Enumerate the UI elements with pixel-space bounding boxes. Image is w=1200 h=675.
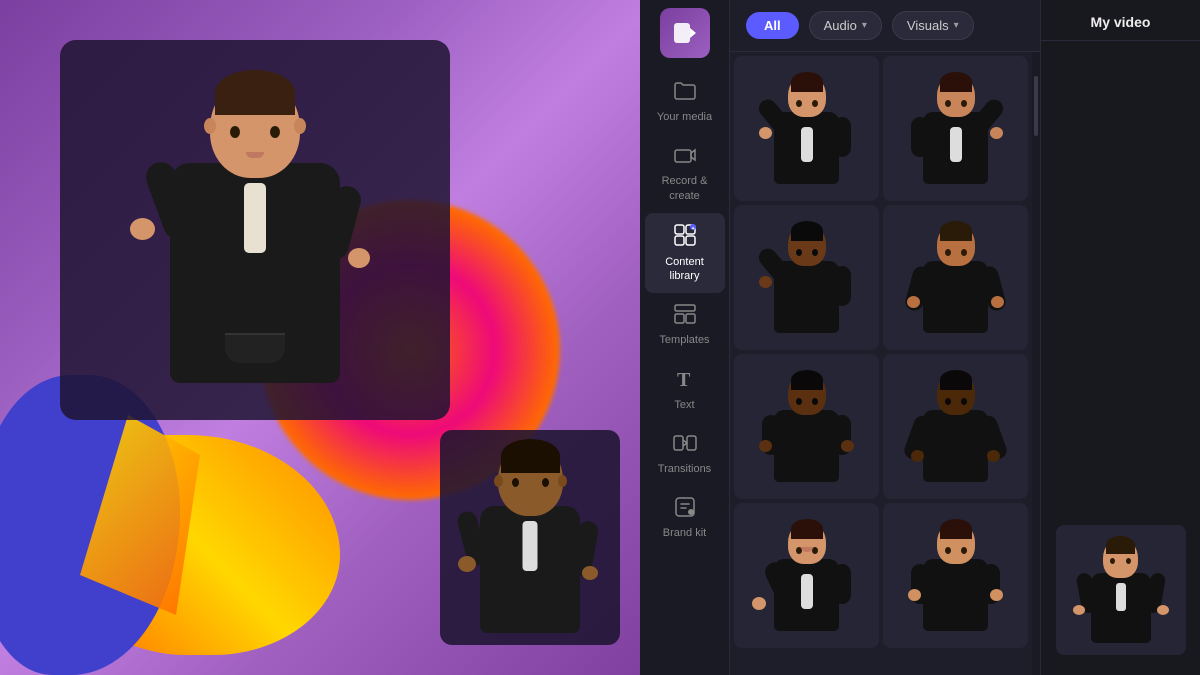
sidebar-label-your-media: Your media: [657, 110, 712, 124]
avatar-figure-6: [921, 372, 991, 482]
sidebar-item-templates[interactable]: Templates: [645, 293, 725, 357]
filter-all-button[interactable]: All: [746, 12, 799, 39]
sidebar-label-brand-kit: Brand kit: [663, 526, 706, 540]
app-logo[interactable]: [660, 8, 710, 58]
small-avatar-card: [440, 430, 620, 645]
avatar-cell-6[interactable]: [883, 354, 1028, 499]
avatar-figure-7: [772, 521, 842, 631]
sidebar-label-record-create: Record &create: [662, 174, 708, 203]
avatar-cell-4[interactable]: [883, 205, 1028, 350]
left-panel: [0, 0, 640, 675]
visuals-chevron-icon: ▾: [954, 20, 959, 31]
content-area: [730, 52, 1040, 675]
main-avatar-card: [60, 40, 450, 420]
my-video-content: ☛: [1041, 41, 1200, 675]
sidebar: Your media Record &create ✦: [640, 0, 730, 675]
filter-audio-button[interactable]: Audio ▾: [809, 11, 882, 40]
sidebar-item-brand-kit[interactable]: Brand kit: [645, 486, 725, 550]
sidebar-item-your-media[interactable]: Your media: [645, 70, 725, 134]
brand-icon: [673, 496, 697, 522]
video-thumbnail[interactable]: ☛: [1056, 525, 1186, 655]
grid-sparkle-icon: ✦: [673, 223, 697, 251]
sidebar-item-transitions[interactable]: Transitions: [645, 422, 725, 486]
avatar-cell-8[interactable]: [883, 503, 1028, 648]
svg-text:✦: ✦: [691, 226, 695, 232]
my-video-header: My video: [1041, 0, 1200, 41]
sidebar-item-content-library[interactable]: ✦ Contentlibrary: [645, 213, 725, 294]
sidebar-label-transitions: Transitions: [658, 462, 711, 476]
logo-icon: [671, 19, 699, 47]
audio-label: Audio: [824, 18, 857, 33]
avatar-grid[interactable]: [730, 52, 1032, 675]
avatar-figure-3: [772, 223, 842, 333]
main-content: All Audio ▾ Visuals ▾: [730, 0, 1040, 675]
avatar-cell-7[interactable]: [734, 503, 879, 648]
avatar-cell-3[interactable]: [734, 205, 879, 350]
sidebar-label-content-library: Contentlibrary: [665, 255, 704, 284]
template-icon: [673, 303, 697, 329]
text-icon: T: [673, 368, 697, 394]
avatar-cell-1[interactable]: [734, 56, 879, 201]
sidebar-item-text[interactable]: T Text: [645, 358, 725, 422]
audio-chevron-icon: ▾: [862, 20, 867, 31]
filter-visuals-button[interactable]: Visuals ▾: [892, 11, 974, 40]
sidebar-label-templates: Templates: [659, 333, 709, 347]
folder-icon: [673, 80, 697, 106]
avatar-figure-2: [921, 74, 991, 184]
avatar-cell-2[interactable]: [883, 56, 1028, 201]
my-video-sidebar: My video: [1040, 0, 1200, 675]
sidebar-item-record-create[interactable]: Record &create: [645, 134, 725, 213]
toolbar: All Audio ▾ Visuals ▾: [730, 0, 1040, 52]
scrollbar[interactable]: [1032, 52, 1040, 675]
avatar-figure-8: [921, 521, 991, 631]
scrollbar-thumb[interactable]: [1034, 76, 1038, 136]
camera-icon: [673, 144, 697, 170]
avatar-figure-1: [772, 74, 842, 184]
transitions-icon: [673, 432, 697, 458]
svg-text:T: T: [677, 369, 691, 390]
visuals-label: Visuals: [907, 18, 949, 33]
avatar-figure-4: [921, 223, 991, 333]
avatar-cell-5[interactable]: [734, 354, 879, 499]
right-panel: Your media Record &create ✦: [640, 0, 1200, 675]
sidebar-label-text: Text: [674, 398, 694, 412]
my-video-label: My video: [1091, 14, 1151, 30]
avatar-figure-5: [772, 372, 842, 482]
